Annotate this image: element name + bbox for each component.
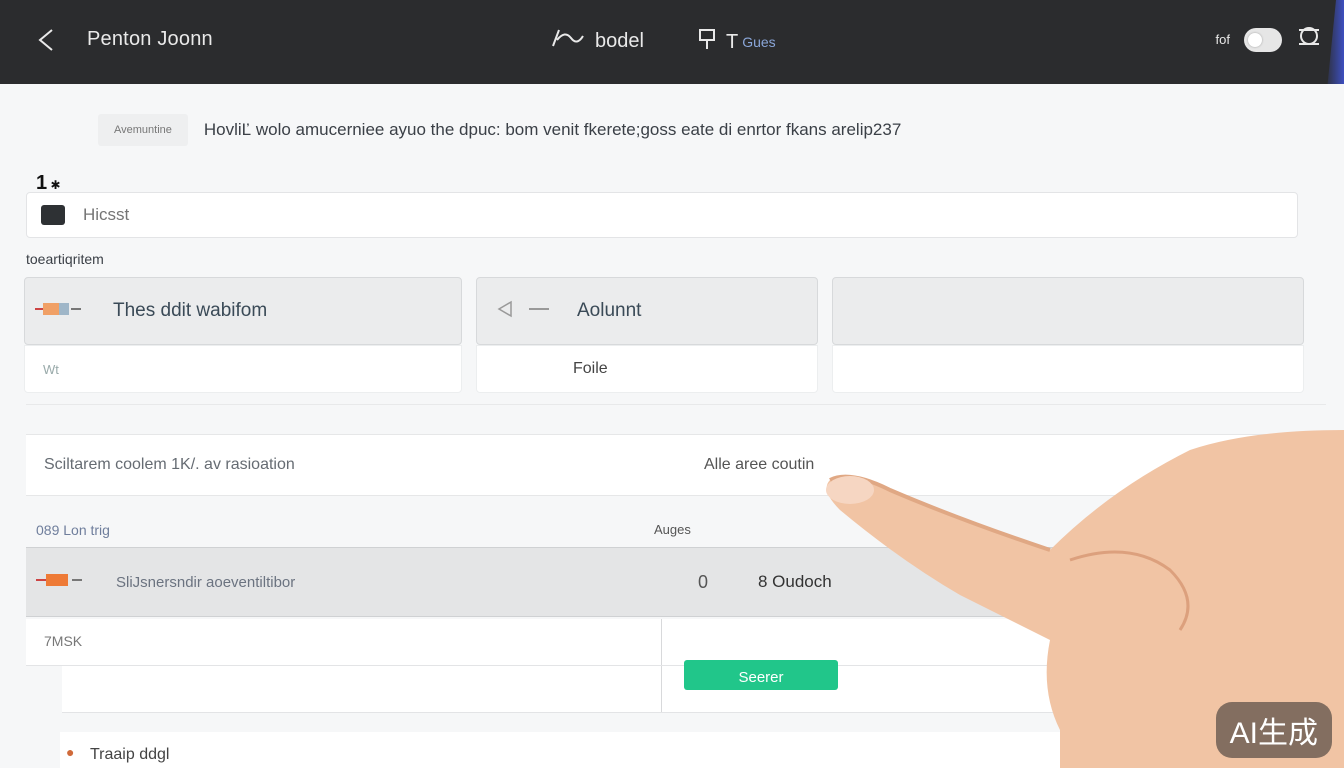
card-1-sub: Wt <box>43 361 59 377</box>
back-icon[interactable] <box>36 28 60 52</box>
divider <box>26 404 1326 405</box>
card-2-icon <box>497 299 553 324</box>
card-1-footer: Wt <box>24 345 462 393</box>
notice-message: HovliĽ wolo amucerniee ayuo the dpuc: bo… <box>203 120 902 139</box>
row-icon <box>36 570 84 595</box>
header-small-label: fof <box>1215 32 1230 47</box>
list-header-right: Auges <box>654 522 691 537</box>
search-box[interactable] <box>26 192 1298 238</box>
user-icon[interactable] <box>1296 24 1322 55</box>
card-1[interactable]: Thes ddit wabifom <box>24 277 462 345</box>
header-actions: fof <box>1216 24 1322 55</box>
theme-toggle[interactable] <box>1244 27 1282 52</box>
center-tab-guests[interactable]: T Gues <box>698 28 776 56</box>
top-bar: Penton Joonn bodel T Gues fof <box>0 0 1344 84</box>
pin-icon: ● <box>66 744 75 760</box>
card-2-footer: Foile <box>476 345 818 393</box>
bug-icon: ✱ <box>47 178 61 192</box>
footer-label: Traaip ddgl <box>90 746 170 763</box>
notice-bar: Avemuntine HovliĽ wolo amucerniee ayuo t… <box>98 110 1198 150</box>
card-3-footer <box>832 345 1304 393</box>
center-tab-label: bodel <box>595 29 644 52</box>
card-3[interactable] <box>832 277 1304 345</box>
cell-label: 7MSK <box>44 633 83 649</box>
page-title: Penton Joonn <box>87 28 213 50</box>
row-number: 0 <box>698 571 709 592</box>
center-tab-label: T <box>726 30 739 53</box>
info-row-right: Alle aree coutin <box>704 456 815 473</box>
search-icon <box>41 205 65 225</box>
card-2-title: Aolunnt <box>577 300 642 321</box>
info-row-left: Sciltarem coolem 1K/. av rasioation <box>44 456 295 473</box>
card-2-sub: Foile <box>573 360 608 377</box>
flag-icon <box>698 28 716 56</box>
card-1-title: Thes ddit wabifom <box>113 300 268 321</box>
signature-icon <box>551 28 585 54</box>
toggle-knob <box>1248 32 1262 47</box>
section-label: toeartiqritem <box>26 251 104 267</box>
watermark-badge: AI生成 <box>1215 702 1332 758</box>
column-divider <box>661 666 662 712</box>
search-input[interactable] <box>81 204 685 226</box>
list-header-left: 089 Lon trig <box>36 522 110 538</box>
column-divider <box>661 619 662 665</box>
count-value: 1 <box>36 172 48 194</box>
notice-tag: Avemuntine <box>98 114 188 146</box>
card-2[interactable]: Aolunnt <box>476 277 818 345</box>
row-label: SliJsnersndir aoeventiltibor <box>116 573 296 591</box>
center-tab-sub: Gues <box>742 34 776 50</box>
center-tab-bodel[interactable]: bodel <box>551 28 644 54</box>
card-1-icon <box>35 299 83 324</box>
